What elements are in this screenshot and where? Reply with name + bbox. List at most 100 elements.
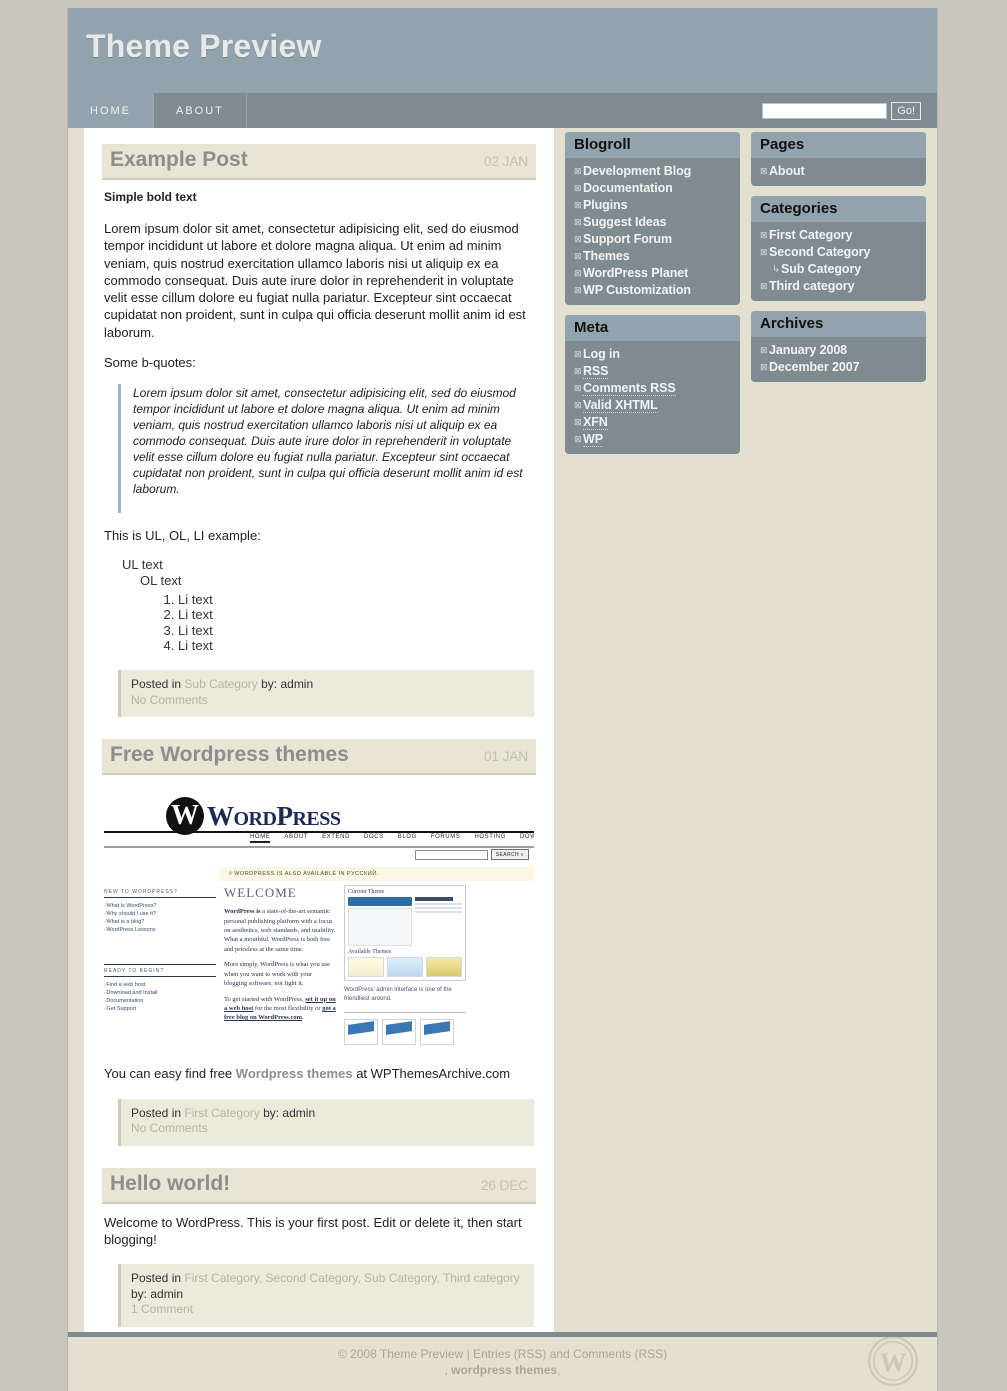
footer-entries-rss-link[interactable]: Entries (RSS) <box>473 1347 546 1361</box>
embedded-nav-forums: FORUMS <box>430 834 461 841</box>
card-art <box>424 1021 450 1036</box>
blogroll-link-themes[interactable]: Themes <box>583 249 630 263</box>
categories-list: ⊠First Category ⊠Second Category ↳Sub Ca… <box>760 226 917 294</box>
post-title[interactable]: Free Wordpress themes <box>110 743 349 767</box>
content-wrapper: Example Post 02 JAN Simple bold text Lor… <box>68 128 937 1370</box>
list-bullet-icon: ⊠ <box>574 349 582 359</box>
list-item: ⊠XFN <box>574 413 731 430</box>
nav-item-about[interactable]: ABOUT <box>154 93 247 128</box>
list-item: Li text <box>178 592 534 608</box>
widget-body: ⊠Development Blog ⊠Documentation ⊠Plugin… <box>565 158 740 305</box>
list-bullet-icon: ⊠ <box>574 166 582 176</box>
after-image-pre: You can easy find free <box>104 1066 236 1082</box>
p3-c: . <box>302 1014 304 1022</box>
list-item: Li text <box>178 623 534 639</box>
p3-b: for the most flexibility or <box>253 1005 323 1013</box>
list-item: ⊠Third category <box>760 277 917 294</box>
footer-line2-post: , <box>557 1363 561 1377</box>
post-free-wordpress-themes: Free Wordpress themes 01 JAN W WORDPRESS… <box>102 739 536 1146</box>
card-art <box>386 1021 412 1036</box>
widget-categories: Categories ⊠First Category ⊠Second Categ… <box>751 196 926 301</box>
after-image-post: at WPThemesArchive.com <box>352 1066 511 1082</box>
post-header: Example Post 02 JAN <box>102 144 536 180</box>
post-comments-link[interactable]: No Comments <box>131 1121 524 1137</box>
meta-link-wp[interactable]: WP <box>583 432 603 447</box>
embedded-book-cards <box>344 1019 466 1046</box>
post-meta-category[interactable]: First Category, Second Category, Sub Cat… <box>184 1271 519 1285</box>
list-bullet-icon: ⊠ <box>760 166 768 176</box>
embedded-admin-row <box>348 897 462 947</box>
post-meta: Posted in First Category by: admin No Co… <box>118 1098 534 1146</box>
category-link-sub-category[interactable]: Sub Category <box>781 262 861 276</box>
list-bullet-icon: ⊠ <box>574 183 582 193</box>
archives-list: ⊠January 2008 ⊠December 2007 <box>760 341 917 375</box>
archive-link-january-2008[interactable]: January 2008 <box>769 343 847 357</box>
page-title: Theme Preview <box>86 28 322 64</box>
blogroll-link-documentation[interactable]: Documentation <box>583 181 673 195</box>
blogroll-link-wordpress-planet[interactable]: WordPress Planet <box>583 266 688 280</box>
book-card <box>420 1019 454 1046</box>
search-form: Go! <box>762 101 921 120</box>
site-footer: © 2008 Theme Preview | Entries (RSS) and… <box>68 1336 937 1391</box>
footer-wordpress-themes-link[interactable]: wordpress themes <box>451 1363 557 1377</box>
blogroll-link-development-blog[interactable]: Development Blog <box>583 164 691 178</box>
category-link-first-category[interactable]: First Category <box>769 228 852 242</box>
category-link-third-category[interactable]: Third category <box>769 279 855 293</box>
search-input[interactable] <box>762 102 888 119</box>
embedded-admin-theme-name-bar <box>415 897 453 902</box>
line <box>415 903 462 906</box>
list-item: ⊠Suggest Ideas <box>574 213 731 230</box>
post-comments-link[interactable]: No Comments <box>131 693 524 709</box>
book-card <box>382 1019 416 1046</box>
sidebar-secondary: Pages ⊠About Categories ⊠First Category … <box>751 132 926 392</box>
embedded-nav-blog: BLOG <box>397 834 417 841</box>
page-link-about[interactable]: About <box>769 164 805 178</box>
list-item: ⊠First Category <box>760 226 917 243</box>
blogroll-link-wp-customization[interactable]: WP Customization <box>583 283 691 297</box>
embedded-section-head-ready: READY TO BEGIN? <box>104 968 216 978</box>
meta-link-comments-rss[interactable]: Comments RSS <box>583 381 676 396</box>
main-navigation: HOME ABOUT Go! <box>68 93 937 128</box>
pages-list: ⊠About <box>760 162 917 179</box>
meta-link-valid-xhtml[interactable]: Valid XHTML <box>583 398 658 413</box>
wordpress-logo: W WORDPRESS <box>166 797 341 836</box>
ordered-list: Li text Li text Li text Li text <box>140 592 534 654</box>
after-image-link[interactable]: Wordpress themes <box>236 1066 353 1081</box>
blogroll-link-support-forum[interactable]: Support Forum <box>583 232 672 246</box>
embedded-admin-lines <box>348 908 412 947</box>
list-bullet-icon: ⊠ <box>574 400 582 410</box>
post-meta-author: by: admin <box>131 1286 184 1301</box>
embedded-nav-download: DOWNLOAD <box>520 834 534 841</box>
divider <box>104 831 534 834</box>
category-link-second-category[interactable]: Second Category <box>769 245 870 259</box>
post-meta-category[interactable]: Sub Category <box>184 677 257 691</box>
footer-comments-rss-link[interactable]: Comments (RSS) <box>573 1347 667 1361</box>
post-meta-category[interactable]: First Category <box>184 1106 259 1120</box>
search-submit-button[interactable]: Go! <box>891 101 921 120</box>
widget-title: Pages <box>751 132 926 158</box>
list-item: Li text <box>178 638 534 654</box>
widget-body: ⊠Log in ⊠RSS ⊠Comments RSS ⊠Valid XHTML … <box>565 341 740 454</box>
post-meta-prefix: Posted in <box>131 1105 182 1120</box>
post-comments-link[interactable]: 1 Comment <box>131 1302 524 1318</box>
meta-link-log-in[interactable]: Log in <box>583 347 620 361</box>
list-bullet-icon: ⊠ <box>574 268 582 278</box>
post-title[interactable]: Hello world! <box>110 1172 230 1196</box>
wordpress-wordmark: WORDPRESS <box>207 800 341 831</box>
list-bullet-icon: ⊠ <box>574 285 582 295</box>
embedded-ready-block: READY TO BEGIN? Find a web host Download… <box>104 964 216 1013</box>
meta-link-xfn[interactable]: XFN <box>583 415 608 430</box>
blogroll-link-plugins[interactable]: Plugins <box>583 198 628 212</box>
embedded-right-column: Current Theme Available Themes WordPress… <box>344 885 466 1046</box>
embedded-nav: HOME ABOUT EXTEND DOCS BLOG FORUMS HOSTI… <box>250 834 534 844</box>
meta-link-rss[interactable]: RSS <box>583 364 609 379</box>
blogroll-link-suggest-ideas[interactable]: Suggest Ideas <box>583 215 667 229</box>
post-entry: Welcome to WordPress. This is your first… <box>102 1204 536 1328</box>
list-item: Documentation <box>104 997 216 1005</box>
nav-item-home[interactable]: HOME <box>68 93 154 128</box>
post-title[interactable]: Example Post <box>110 148 248 172</box>
post-meta: Posted in Sub Category by: admin No Comm… <box>118 670 534 718</box>
card-art <box>348 1021 374 1036</box>
archive-link-december-2007[interactable]: December 2007 <box>769 360 860 374</box>
theme-thumb <box>426 957 462 978</box>
